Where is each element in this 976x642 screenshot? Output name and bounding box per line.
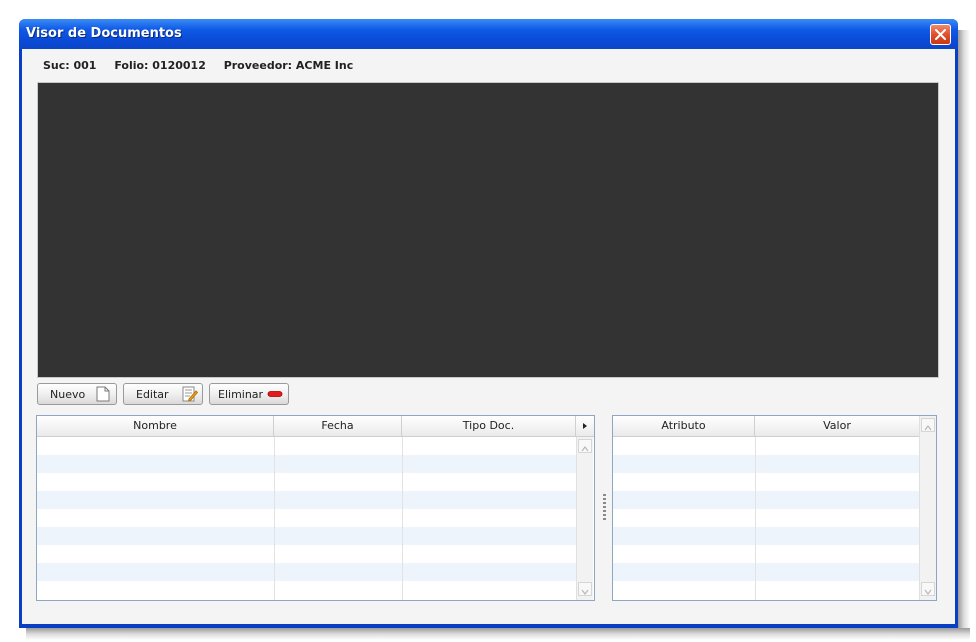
close-icon [935, 29, 946, 40]
proveedor-label: Proveedor: ACME Inc [223, 59, 354, 72]
window-shadow-bottom [26, 628, 970, 640]
column-header-atributo[interactable]: Atributo [613, 416, 755, 436]
new-button[interactable]: Nuevo [37, 383, 117, 405]
column-divider [274, 437, 275, 600]
window-title: Visor de Documentos [26, 26, 182, 41]
attributes-vertical-scrollbar[interactable] [919, 416, 936, 600]
documents-vertical-scrollbar[interactable] [576, 437, 593, 600]
column-divider [402, 437, 403, 600]
scroll-down-button[interactable] [921, 582, 935, 596]
table-row [37, 473, 576, 491]
edit-button-label: Editar [136, 388, 169, 401]
table-row [613, 545, 919, 563]
column-menu-arrow-icon [583, 423, 587, 429]
table-row [613, 581, 919, 599]
column-header-tipo-doc[interactable]: Tipo Doc. [402, 416, 576, 436]
close-button[interactable] [930, 24, 951, 45]
title-bar[interactable]: Visor de Documentos [19, 19, 958, 49]
attributes-table-header: Atributo Valor [613, 416, 919, 437]
scroll-up-button[interactable] [578, 439, 592, 453]
table-row [37, 437, 576, 455]
document-viewer-window: Visor de Documentos Suc: 001 Folio: 0120… [19, 19, 958, 628]
delete-button[interactable]: Eliminar [209, 383, 289, 405]
column-header-fecha[interactable]: Fecha [274, 416, 402, 436]
edit-document-icon [182, 386, 198, 402]
scroll-up-button[interactable] [921, 418, 935, 432]
table-row [613, 527, 919, 545]
documents-table-header: Nombre Fecha Tipo Doc. [37, 416, 594, 437]
document-preview-area [37, 82, 939, 378]
edit-button[interactable]: Editar [123, 383, 203, 405]
documents-table-body [37, 437, 576, 599]
window-shadow-right [958, 30, 970, 634]
remove-icon [267, 391, 283, 397]
suc-label: Suc: 001 [43, 59, 97, 72]
table-row [613, 437, 919, 455]
table-row [613, 563, 919, 581]
new-document-icon [96, 386, 110, 402]
table-row [613, 473, 919, 491]
table-row [37, 563, 576, 581]
chevron-down-icon [581, 589, 589, 595]
table-row [37, 509, 576, 527]
column-header-valor[interactable]: Valor [755, 416, 919, 436]
table-row [37, 581, 576, 599]
table-row [37, 545, 576, 563]
document-info-bar: Suc: 001 Folio: 0120012 Proveedor: ACME … [43, 59, 367, 72]
delete-button-label: Eliminar [218, 388, 264, 401]
chevron-up-icon [581, 446, 589, 452]
table-row [613, 455, 919, 473]
attributes-table-body [613, 437, 919, 599]
scroll-down-button[interactable] [578, 582, 592, 596]
column-header-nombre[interactable]: Nombre [37, 416, 274, 436]
table-row [613, 509, 919, 527]
table-row [37, 491, 576, 509]
table-row [37, 455, 576, 473]
table-row [37, 527, 576, 545]
column-divider [755, 437, 756, 600]
column-menu-button[interactable] [576, 416, 594, 436]
chevron-down-icon [924, 589, 932, 595]
window-client-area: Suc: 001 Folio: 0120012 Proveedor: ACME … [22, 49, 955, 624]
chevron-up-icon [924, 425, 932, 431]
table-splitter-handle[interactable] [603, 494, 606, 520]
folio-label: Folio: 0120012 [114, 59, 206, 72]
new-button-label: Nuevo [50, 388, 86, 401]
table-row [613, 491, 919, 509]
documents-table: Nombre Fecha Tipo Doc. [36, 415, 595, 601]
attributes-table: Atributo Valor [612, 415, 937, 601]
